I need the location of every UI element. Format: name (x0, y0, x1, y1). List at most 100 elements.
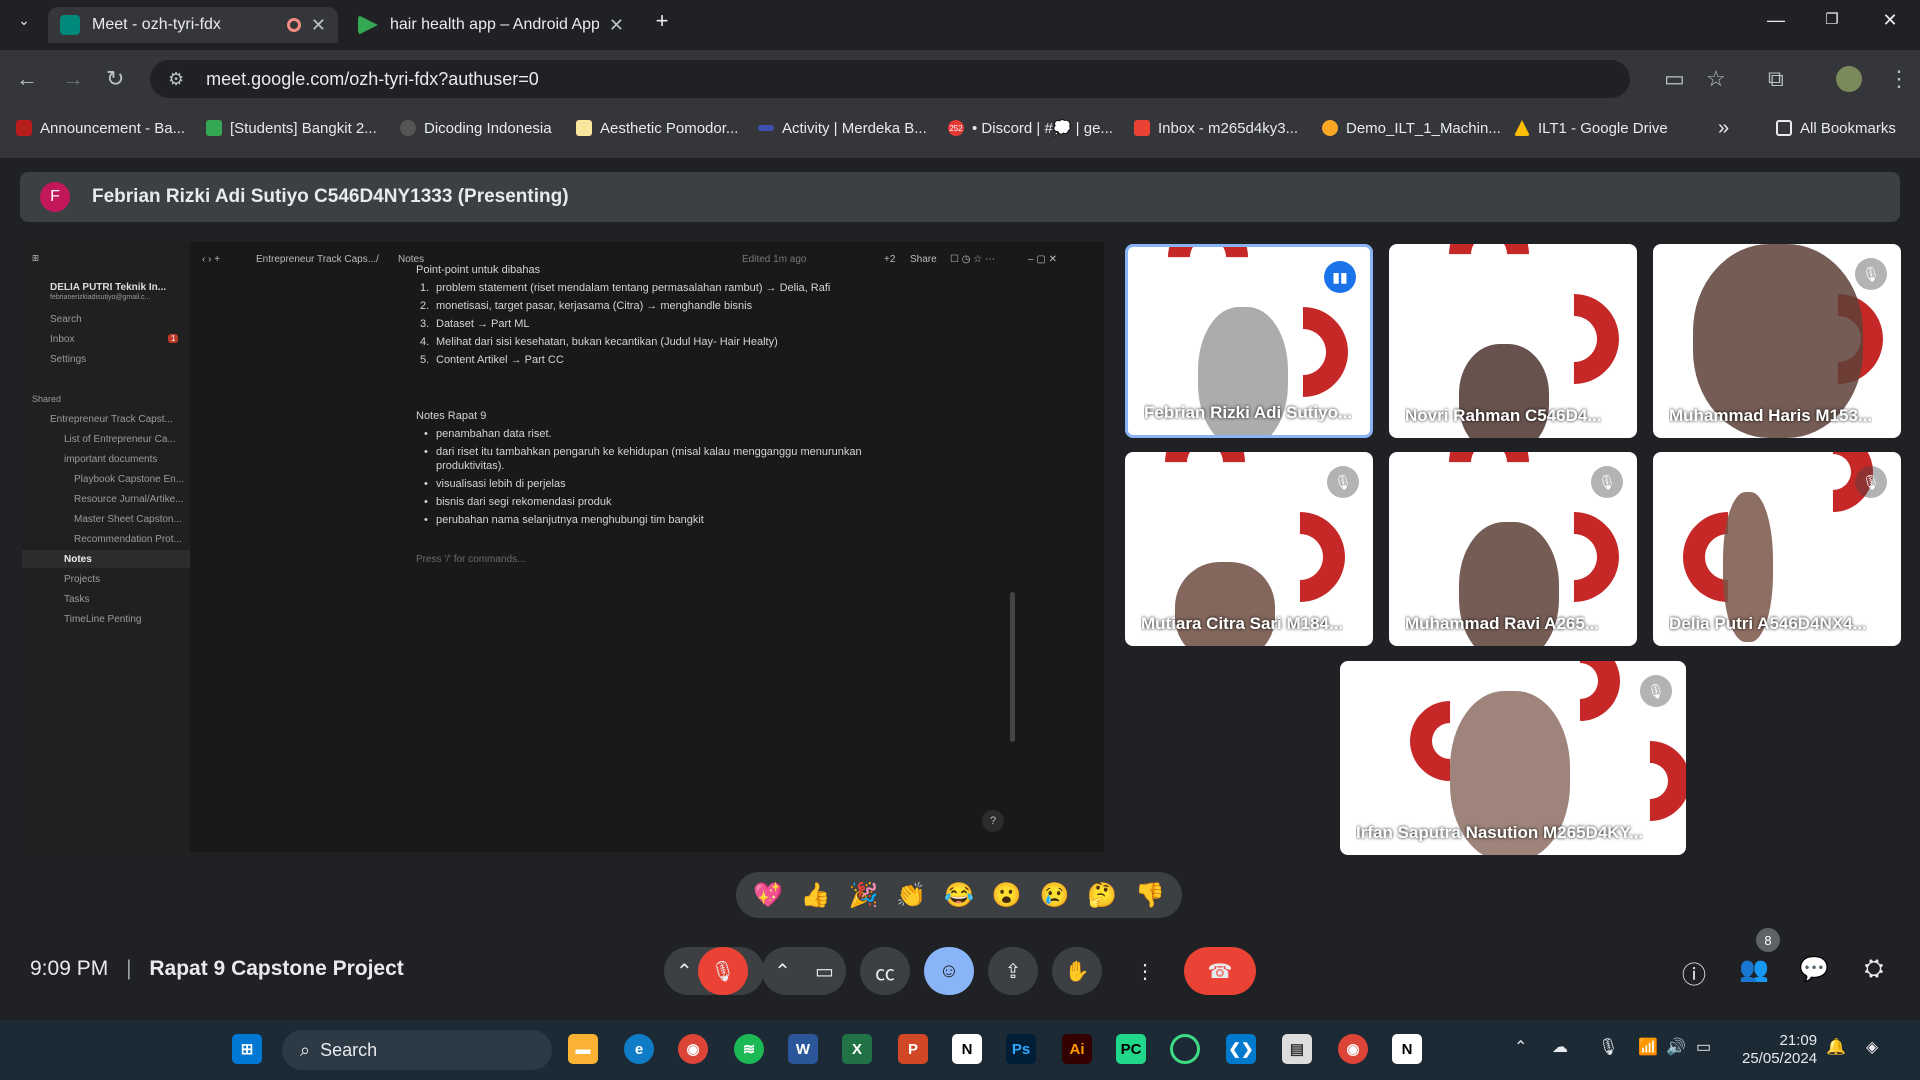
tab-search-icon[interactable]: ⌄ (4, 12, 44, 29)
address-bar[interactable]: ⚙ meet.google.com/ozh-tyri-fdx?authuser=… (150, 60, 1630, 98)
present-button[interactable]: ⇪ (988, 947, 1038, 995)
bookmark-demo-ilt[interactable]: Demo_ILT_1_Machin... (1322, 116, 1501, 140)
reaction-thumbs-down[interactable]: 👎 (1135, 881, 1165, 910)
bookmark-inbox[interactable]: Inbox - m265d4ky3... (1134, 116, 1298, 140)
reaction-surprised[interactable]: 😮 (992, 881, 1022, 910)
tab-meet[interactable]: Meet - ozh-tyri-fdx ✕ (48, 7, 338, 43)
participant-tile[interactable]: 🎙 Mutiara Citra Sari M184... (1125, 452, 1373, 646)
notion-icon[interactable]: N (952, 1034, 982, 1064)
meeting-details-icon[interactable]: ⓘ (1676, 955, 1712, 990)
notepad-icon[interactable]: ▤ (1282, 1034, 1312, 1064)
raise-hand-button[interactable]: ✋ (1052, 947, 1102, 995)
excel-icon[interactable]: X (842, 1034, 872, 1064)
word-icon[interactable]: W (788, 1034, 818, 1064)
reaction-thumbs-up[interactable]: 👍 (801, 881, 831, 910)
bookmark-students[interactable]: [Students] Bangkit 2... (206, 116, 377, 140)
sidebar-settings[interactable]: Settings (50, 354, 86, 365)
bookmark-merdeka[interactable]: Activity | Merdeka B... (758, 116, 927, 140)
reaction-laugh[interactable]: 😂 (944, 881, 974, 910)
bookmark-ilt1-drive[interactable]: ILT1 - Google Drive (1514, 116, 1668, 140)
window-controls-icon[interactable]: – ▢ ✕ (1028, 254, 1057, 265)
tree-item[interactable]: Recommendation Prot... (74, 534, 182, 545)
tree-item[interactable]: Entrepreneur Track Capst... (50, 414, 173, 425)
start-icon[interactable]: ⊞ (232, 1034, 262, 1064)
notion-icon[interactable]: N (1392, 1034, 1422, 1064)
nav-arrows-icon[interactable]: ‹ › + (202, 254, 220, 265)
back-icon[interactable]: ← (16, 66, 38, 92)
participant-tile[interactable]: Novri Rahman C546D4... (1389, 244, 1637, 438)
chrome-active-icon[interactable]: ◉ (1338, 1034, 1368, 1064)
copilot-icon[interactable]: ◈ (1866, 1037, 1878, 1057)
people-icon[interactable]: 👥 (1736, 955, 1772, 984)
extensions-icon[interactable]: ⧉ (1768, 66, 1784, 92)
help-button[interactable]: ? (982, 810, 1004, 832)
reaction-clap[interactable]: 👏 (896, 881, 926, 910)
video-options-icon[interactable]: ⌃ (774, 959, 791, 984)
wifi-icon[interactable]: 📶 (1638, 1037, 1658, 1057)
edge-icon[interactable]: e (624, 1034, 654, 1064)
powerpoint-icon[interactable]: P (898, 1034, 928, 1064)
share-button[interactable]: Share (910, 254, 937, 265)
profile-avatar[interactable] (1836, 66, 1862, 92)
chrome-icon[interactable]: ◉ (678, 1034, 708, 1064)
reaction-party[interactable]: 🎉 (848, 881, 878, 910)
leave-call-button[interactable]: ☎ (1184, 947, 1256, 995)
tree-item[interactable]: Playbook Capstone En... (74, 474, 184, 485)
notifications-icon[interactable]: 🔔 (1826, 1037, 1846, 1057)
all-bookmarks[interactable]: All Bookmarks (1776, 116, 1896, 140)
reactions-button[interactable]: ☺ (924, 947, 974, 995)
refresh-app-icon[interactable] (1170, 1034, 1200, 1064)
participant-tile[interactable]: ▮▮ Febrian Rizki Adi Sutiyo... (1125, 244, 1373, 438)
reaction-sad[interactable]: 😢 (1040, 881, 1070, 910)
volume-icon[interactable]: 🔊 (1666, 1037, 1686, 1057)
close-tab-icon[interactable]: ✕ (609, 15, 624, 36)
photoshop-icon[interactable]: Ps (1006, 1034, 1036, 1064)
microphone-icon[interactable]: 🎙 (1598, 1037, 1618, 1057)
close-tab-icon[interactable]: ✕ (311, 15, 326, 36)
pycharm-icon[interactable]: PC (1116, 1034, 1146, 1064)
tab-play[interactable]: hair health app – Android Apps ✕ (346, 7, 636, 43)
file-explorer-icon[interactable]: ▬ (568, 1034, 598, 1064)
more-options-button[interactable]: ⋮ (1120, 947, 1170, 995)
taskbar-search[interactable]: ⌕ Search (282, 1030, 552, 1070)
reaction-thinking[interactable]: 🤔 (1087, 881, 1117, 910)
illustrator-icon[interactable]: Ai (1062, 1034, 1092, 1064)
bookmark-discord[interactable]: 252 • Discord | #💭 | ge... (948, 116, 1113, 140)
workspace-name[interactable]: DELIA PUTRI Teknik In... (50, 282, 166, 293)
forward-icon[interactable]: → (62, 66, 84, 92)
tray-overflow-icon[interactable]: ⌃ (1514, 1037, 1527, 1057)
participant-tile[interactable]: 🎙 Delia Putri A546D4NX4... (1653, 452, 1901, 646)
tree-item[interactable]: List of Entrepreneur Ca... (64, 434, 176, 445)
chat-icon[interactable]: 💬 (1796, 955, 1832, 984)
editor-placeholder[interactable]: Press '/' for commands... (416, 554, 525, 565)
tree-item[interactable]: important documents (64, 454, 157, 465)
reload-icon[interactable]: ↻ (106, 66, 124, 92)
activities-icon[interactable]: ⛭ (1856, 955, 1892, 983)
vscode-icon[interactable]: ❮❯ (1226, 1034, 1256, 1064)
new-tab-button[interactable]: + (642, 8, 682, 34)
spotify-icon[interactable]: ≋ (734, 1034, 764, 1064)
minimize-icon[interactable]: — (1756, 10, 1796, 31)
taskbar-clock[interactable]: 21:09 25/05/2024 (1742, 1032, 1817, 1068)
audio-options-icon[interactable]: ⌃ (676, 959, 693, 984)
mic-toggle-button[interactable]: 🎙 (698, 947, 748, 995)
participant-tile[interactable]: 🎙 Muhammad Ravi A265... (1389, 452, 1637, 646)
tree-item[interactable]: Projects (64, 574, 100, 585)
camera-icon[interactable]: ▭ (815, 959, 834, 984)
tree-item[interactable]: Tasks (64, 594, 90, 605)
menu-icon[interactable]: ⋮ (1888, 66, 1910, 92)
more-bookmarks-button[interactable]: » (1718, 116, 1729, 140)
site-info-icon[interactable]: ⚙ (168, 69, 184, 90)
sidebar-search[interactable]: Search (50, 314, 82, 325)
bookmark-star-icon[interactable]: ☆ (1706, 66, 1726, 92)
captions-button[interactable]: ㏄ (860, 947, 910, 995)
bookmark-announcement[interactable]: Announcement - Ba... (16, 116, 185, 140)
bookmark-pomodoro[interactable]: Aesthetic Pomodor... (576, 116, 738, 140)
restore-icon[interactable]: ❐ (1812, 10, 1852, 28)
close-window-icon[interactable]: ✕ (1870, 10, 1910, 31)
tree-item-notes[interactable]: Notes (64, 554, 92, 565)
tree-item[interactable]: Master Sheet Capston... (74, 514, 182, 525)
tree-item[interactable]: Resource Jurnal/Artike... (74, 494, 184, 505)
scrollbar[interactable] (1010, 592, 1015, 742)
page-actions-icon[interactable]: ☐ ◷ ☆ ⋯ (950, 254, 995, 265)
